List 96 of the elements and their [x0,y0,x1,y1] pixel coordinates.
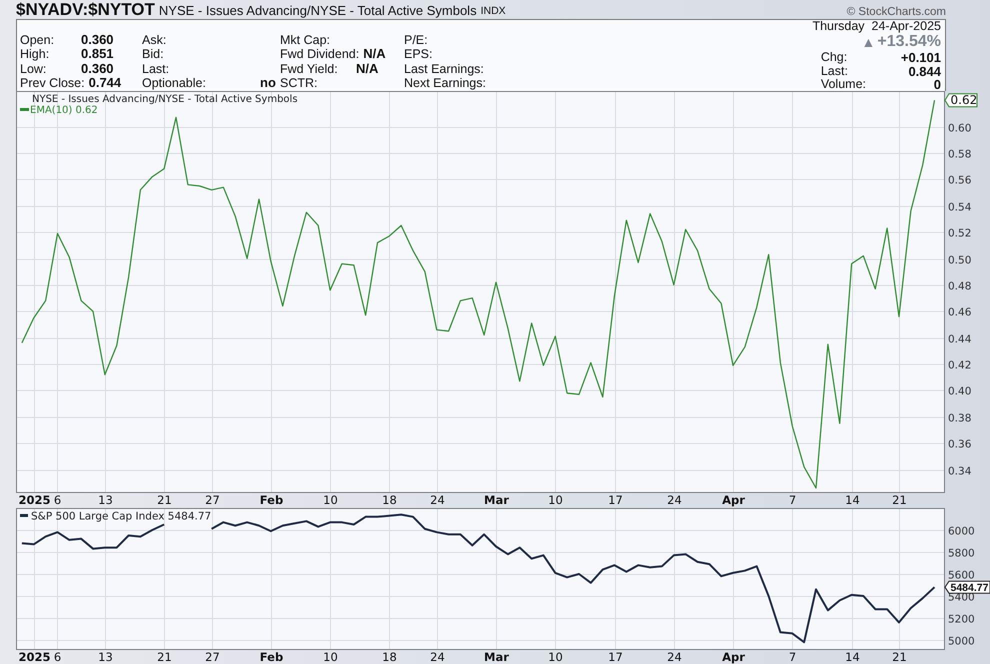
field-value: 0.360 [81,60,114,76]
axis-label: 27 [205,650,220,664]
axis-label: 10 [323,493,338,507]
axis-label: 21 [892,493,907,507]
stat-value: +0.101 [900,51,941,64]
field-label: Fwd Yield: [280,62,339,76]
stat-value: 0 [932,78,941,91]
axis-label: 10 [548,493,563,507]
chart-title: NYSE - Issues Advancing/NYSE - Total Active Symbols [158,3,477,19]
axis-label: 0.54 [948,202,972,214]
axis-label: 24 [430,650,445,664]
legend-series: S&P 500 Large Cap Index 5484.77 [31,510,212,522]
axis-label: 7 [788,650,796,664]
field-label: Ask: [142,32,168,46]
legend-title: NYSE - Issues Advancing/NYSE - Total Active Symbols [32,94,298,105]
axis-label: 0.36 [948,438,972,450]
axis-label: 0.34 [948,466,972,478]
axis-label: 0.52 [948,228,972,240]
axis-label: 17 [608,493,623,507]
field-label: Mkt Cap: [280,32,332,46]
axis-label: 21 [157,650,172,664]
axis-label: Apr [722,493,745,507]
axis-label: 0.44 [948,334,972,346]
field-label: Bid: [142,47,165,61]
axis-label: 5800 [948,548,975,560]
axis-label: 0.56 [948,174,972,186]
stat-value: 0.844 [907,64,941,78]
last-value-tag: 0.62 [944,93,978,108]
stat-label: Volume: [820,78,866,91]
legend-swatch [20,514,28,517]
axis-label: Mar [484,493,509,507]
axis-label: 5200 [948,614,975,626]
ticker-symbol: $NYADV:$NYTOT [16,1,155,19]
axis-label: 5000 [948,636,975,648]
field-value: 0.744 [88,75,122,90]
axis-label: 21 [892,650,907,664]
axis-label: 6000 [948,526,975,538]
axis-label: 6 [54,650,62,664]
axis-label: 17 [608,650,623,664]
axis-label: 0.60 [948,122,972,134]
axis-label: 0.38 [948,412,972,424]
field-value: N/A [356,60,378,76]
stat-label: Last: [820,64,849,78]
field-label: Last: [142,62,170,76]
field-value: 0.360 [81,32,114,46]
field-label: Prev Close: [20,76,85,90]
field-value: N/A [363,46,386,61]
axis-label: 14 [845,650,860,664]
field-label: SCTR: [280,76,318,90]
axis-label: 2025 [18,650,50,664]
axis-label: 2025 [18,493,50,507]
axis-label: 0.40 [948,386,972,398]
percent-change: +13.54% [877,33,941,51]
axis-label: 13 [98,650,113,664]
field-label: Low: [20,62,48,76]
field-label: High: [20,47,50,61]
axis-label: 5600 [948,570,975,582]
field-label: Next Earnings: [404,76,486,90]
axis-label: 7 [788,493,796,507]
axis-label: 0.48 [948,280,972,292]
field-label: Optionable: [142,76,207,90]
axis-label: 10 [323,650,338,664]
axis-label: Mar [484,650,509,664]
last-value-tag: 5484.77 [944,580,990,594]
field-label: P/E: [404,32,428,46]
axis-label: 18 [382,650,397,664]
axis-label: 0.58 [948,148,972,160]
axis-label: 21 [157,493,172,507]
legend-swatch [20,108,29,111]
axis-label: 10 [548,650,563,664]
axis-label: 6 [54,493,62,507]
axis-label: Feb [260,650,284,664]
field-label: Fwd Dividend: [280,47,360,61]
axis-label: 24 [430,493,445,507]
axis-label: 13 [98,493,113,507]
axis-label: Apr [722,650,745,664]
axis-label: 14 [845,493,860,507]
stat-label: Chg: [820,51,848,64]
axis-label: 27 [205,493,220,507]
exchange-label: INDX [480,4,506,19]
field-label: Last Earnings: [404,62,484,76]
field-value: no [260,75,276,90]
axis-label: 24 [667,650,682,664]
legend-series: EMA(10) 0.62 [30,105,98,116]
axis-label: 0.46 [948,306,972,318]
field-label: EPS: [404,47,432,61]
field-value: 0.851 [81,46,114,61]
axis-label: 18 [382,493,397,507]
quote-date: Thursday 24-Apr-2025 [812,20,941,33]
copyright-text: © StockCharts.com [846,5,946,19]
axis-label: 0.50 [948,254,972,266]
axis-label: Feb [260,493,284,507]
axis-label: 0.42 [948,360,972,372]
axis-label: 24 [667,493,682,507]
up-arrow-icon: ▲ [862,33,876,51]
field-label: Open: [20,32,56,46]
